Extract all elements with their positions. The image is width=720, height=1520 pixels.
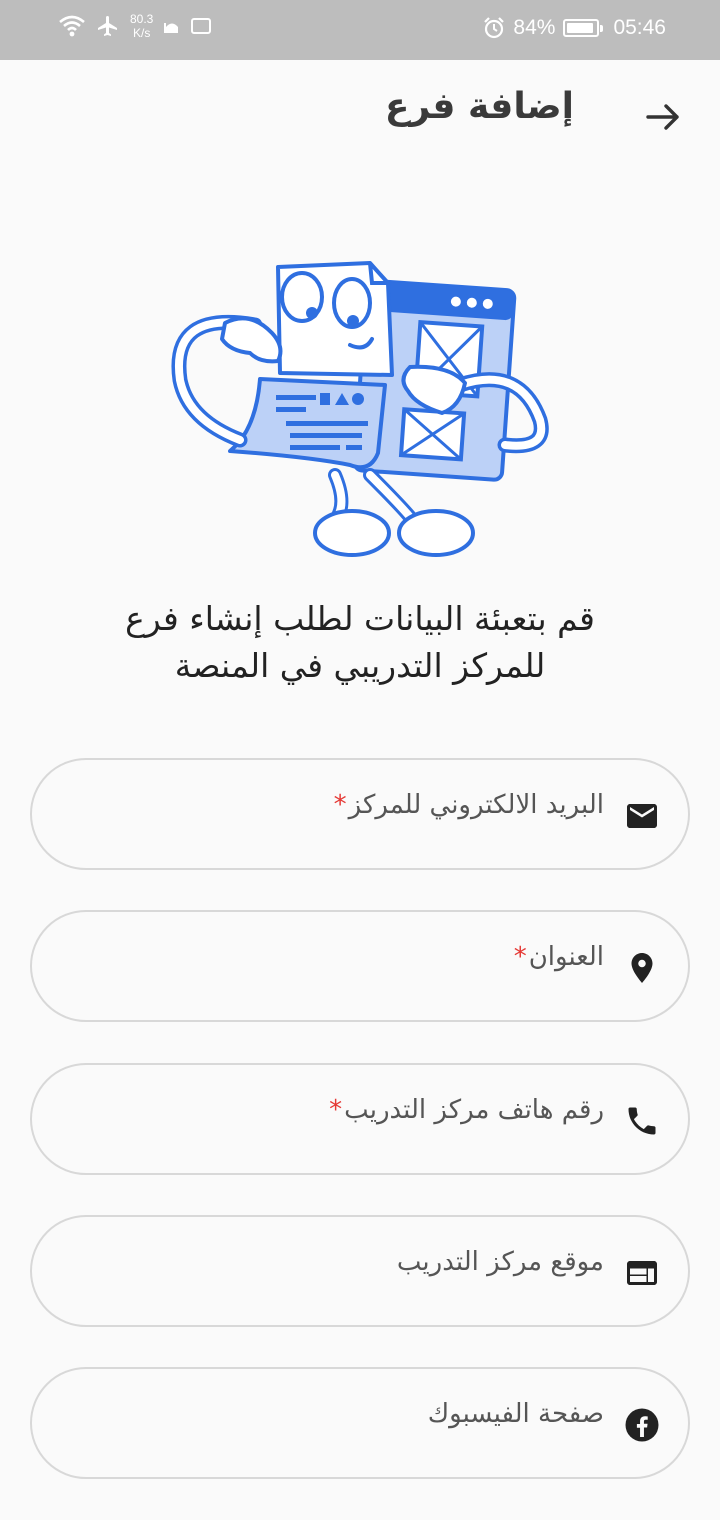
address-field[interactable]: العنوان* xyxy=(30,910,690,1022)
phone-placeholder-text: رقم هاتف مركز التدريب xyxy=(344,1095,604,1125)
email-placeholder-text: البريد الالكتروني للمركز xyxy=(348,790,604,820)
phone-icon xyxy=(628,1107,656,1135)
intro-line-2: للمركز التدريبي في المنصة xyxy=(174,646,546,685)
mosque-icon xyxy=(164,23,179,33)
battery-icon xyxy=(563,19,604,37)
intro-line-1: قم بتعبئة البيانات لطلب إنشاء فرع xyxy=(125,599,595,638)
battery-percent: 84% xyxy=(513,16,556,39)
document-character-illustration xyxy=(171,261,549,557)
battery-fill xyxy=(567,23,594,33)
required-mark: * xyxy=(333,790,347,820)
page-title: إضافة فرع xyxy=(384,86,574,127)
facebook-placeholder: صفحة الفيسبوك xyxy=(428,1399,604,1429)
email-placeholder: البريد الالكتروني للمركز* xyxy=(334,790,604,820)
phone-placeholder: رقم هاتف مركز التدريب* xyxy=(329,1095,604,1125)
website-placeholder: موقع مركز التدريب xyxy=(397,1247,604,1277)
web-icon xyxy=(627,1261,657,1285)
email-field[interactable]: البريد الالكتروني للمركز* xyxy=(30,758,690,870)
address-placeholder: العنوان* xyxy=(514,942,604,972)
arrow-right-icon[interactable] xyxy=(640,94,686,140)
required-mark: * xyxy=(513,942,527,972)
address-placeholder-text: العنوان xyxy=(528,942,604,972)
website-placeholder-text: موقع مركز التدريب xyxy=(396,1247,604,1277)
network-speed: 80.3 K/s xyxy=(130,12,153,40)
email-icon xyxy=(627,804,657,828)
status-bar: 80.3 K/s 84% 05:46 xyxy=(0,0,720,60)
airplane-icon xyxy=(98,16,117,36)
alarm-icon xyxy=(484,17,505,39)
clock: 05:46 xyxy=(613,16,666,39)
facebook-field[interactable]: صفحة الفيسبوك xyxy=(30,1367,690,1479)
phone-field[interactable]: رقم هاتف مركز التدريب* xyxy=(30,1063,690,1175)
status-right-icons: 84% 05:46 xyxy=(483,16,666,40)
status-left-icons: 80.3 K/s xyxy=(58,12,212,40)
intro-text: قم بتعبئة البيانات لطلب إنشاء فرع للمركز… xyxy=(40,595,680,689)
facebook-icon xyxy=(625,1408,659,1442)
required-mark: * xyxy=(329,1095,343,1125)
wifi-icon xyxy=(59,15,85,37)
location-pin-icon xyxy=(631,953,653,983)
notification-app-icon xyxy=(191,18,212,34)
network-speed-value: 80.3 xyxy=(130,12,154,26)
network-speed-unit: K/s xyxy=(133,26,151,40)
website-field[interactable]: موقع مركز التدريب xyxy=(30,1215,690,1327)
facebook-placeholder-text: صفحة الفيسبوك xyxy=(427,1399,604,1429)
